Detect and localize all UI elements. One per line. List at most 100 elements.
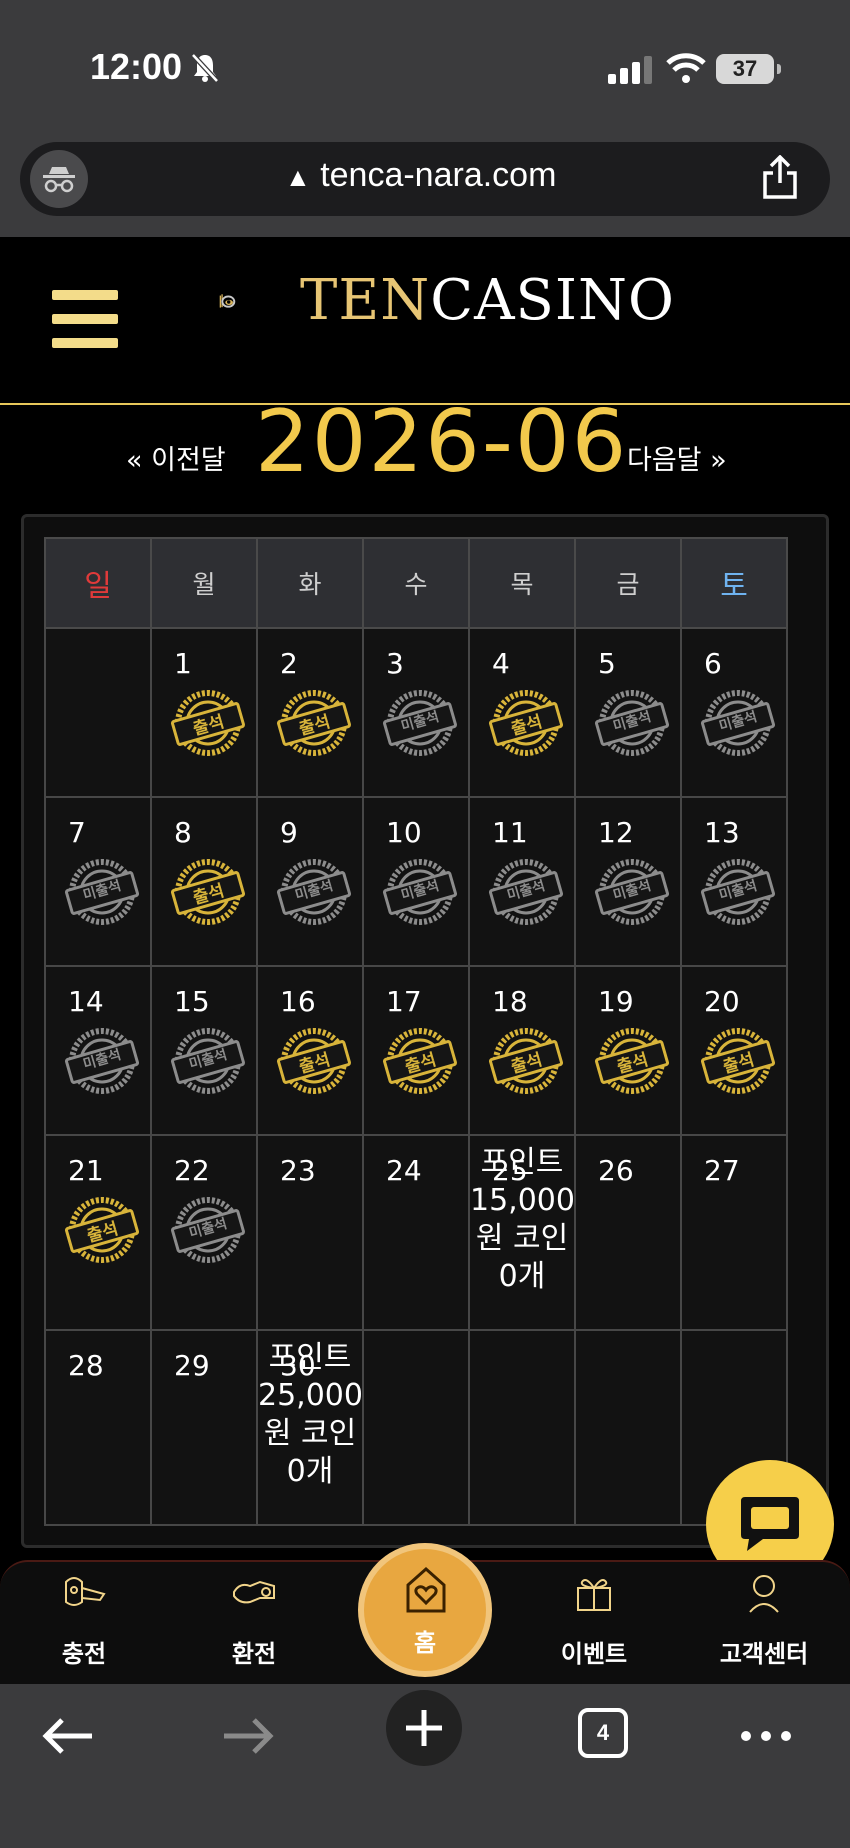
nav-home[interactable]: 홈: [358, 1543, 492, 1677]
warning-icon: ▲: [285, 162, 311, 192]
attended-stamp-icon: 출석: [700, 1023, 776, 1099]
day-number: 11: [492, 816, 528, 849]
attended-stamp-icon: 출석: [170, 685, 246, 761]
more-options-icon[interactable]: [732, 1706, 802, 1766]
day-cell: 8 출석: [150, 796, 258, 967]
url-text[interactable]: ▲ tenca-nara.com: [285, 156, 556, 195]
day-cell: 27: [680, 1134, 788, 1331]
attended-stamp-icon: 출석: [382, 1023, 458, 1099]
day-number: 12: [598, 816, 634, 849]
day-number: 24: [386, 1154, 422, 1187]
day-number: 23: [280, 1154, 316, 1187]
menu-button[interactable]: [52, 290, 118, 350]
day-cell: 30 포인트 25,000원 코인0개: [256, 1329, 364, 1526]
nav-event[interactable]: 이벤트: [534, 1560, 654, 1680]
day-number: 4: [492, 647, 510, 680]
day-number: 6: [704, 647, 722, 680]
day-cell: 18 출석: [468, 965, 576, 1136]
missed-stamp-icon: 미출석: [594, 685, 670, 761]
day-cell: 20 출석: [680, 965, 788, 1136]
day-reward-text: 포인트 25,000원 코인0개: [258, 1340, 363, 1489]
weekday-sun: 일: [44, 537, 152, 629]
day-number: 29: [174, 1349, 210, 1382]
day-number: 13: [704, 816, 740, 849]
empty-day-cell: [468, 1329, 576, 1526]
day-number: 16: [280, 985, 316, 1018]
empty-day-cell: [44, 627, 152, 798]
day-cell: 2 출석: [256, 627, 364, 798]
weekday-mon: 월: [150, 537, 258, 629]
menu-bar-line: [52, 290, 118, 300]
day-number: 10: [386, 816, 422, 849]
day-cell: 14 미출석: [44, 965, 152, 1136]
day-number: 1: [174, 647, 192, 680]
missed-stamp-icon: 미출석: [700, 854, 776, 930]
missed-stamp-icon: 미출석: [170, 1023, 246, 1099]
day-number: 21: [68, 1154, 104, 1187]
nav-event-label: 이벤트: [560, 1640, 628, 1668]
day-cell: 7 미출석: [44, 796, 152, 967]
prev-month-link[interactable]: « 이전달: [126, 438, 226, 477]
forward-arrow-icon: [224, 1718, 274, 1754]
calendar-week-row: 28 29 30 포인트 25,000원 코인0개: [44, 1329, 788, 1526]
calendar-week-row: 7 미출석 8 출석 9 미출석 10 미출석 11 미출석 12 미출석 13 미출석: [44, 796, 788, 967]
new-tab-button[interactable]: [386, 1690, 462, 1766]
exchange-icon: [233, 1580, 275, 1604]
nav-charge[interactable]: 충전: [24, 1560, 144, 1680]
day-number: 15: [174, 985, 210, 1018]
calendar-week-row: 21 출석 22 미출석 23 24 25 포인트 15,000원 코인0개 26 27: [44, 1134, 788, 1331]
attended-stamp-icon: 출석: [276, 1023, 352, 1099]
weekday-wed: 수: [362, 537, 470, 629]
day-cell: 22 미출석: [150, 1134, 258, 1331]
day-cell: 26: [574, 1134, 682, 1331]
empty-day-cell: [362, 1329, 470, 1526]
missed-stamp-icon: 미출석: [64, 854, 140, 930]
nav-support[interactable]: 고객센터: [704, 1560, 824, 1680]
logo-ten: TEN: [300, 268, 431, 333]
day-number: 9: [280, 816, 298, 849]
calendar-week-row: 1 출석 2 출석 3 미출석 4 출석 5 미출석 6 미출석: [44, 627, 788, 798]
weekday-sat: 토: [680, 537, 788, 629]
day-cell: 10 미출석: [362, 796, 470, 967]
missed-stamp-icon: 미출석: [382, 854, 458, 930]
nav-home-label: 홈: [413, 1629, 437, 1657]
day-cell: 13 미출석: [680, 796, 788, 967]
nav-charge-label: 충전: [61, 1640, 107, 1668]
signal-icon: [608, 56, 652, 84]
logo-casino: CASINO: [430, 268, 675, 333]
calendar-table: 일 월 화 수 목 금 토 1 출석 2 출석 3 미출석 4 출석 5 미출석 6 미출석 7 미출석 8…: [44, 537, 788, 1526]
day-cell: 1 출석: [150, 627, 258, 798]
support-agent-icon: [749, 1575, 779, 1613]
day-reward-text: 포인트 15,000원 코인0개: [470, 1145, 575, 1294]
nav-exchange-label: 환전: [231, 1640, 277, 1668]
share-icon[interactable]: [760, 155, 800, 199]
attended-stamp-icon: 출석: [488, 685, 564, 761]
logo-emblem-icon: [219, 294, 236, 308]
day-cell: 15 미출석: [150, 965, 258, 1136]
day-number: 14: [68, 985, 104, 1018]
day-number: 8: [174, 816, 192, 849]
weekday-thu: 목: [468, 537, 576, 629]
day-cell: 3 미출석: [362, 627, 470, 798]
current-month: 2026-06: [255, 392, 629, 492]
tabs-button[interactable]: 4: [578, 1708, 628, 1758]
site-logo[interactable]: TENCASINO: [300, 268, 675, 333]
day-cell: 19 출석: [574, 965, 682, 1136]
next-month-link[interactable]: 다음달 »: [627, 438, 727, 477]
day-cell: 5 미출석: [574, 627, 682, 798]
day-cell: 12 미출석: [574, 796, 682, 967]
day-number: 5: [598, 647, 616, 680]
empty-day-cell: [574, 1329, 682, 1526]
nav-exchange[interactable]: 환전: [194, 1560, 314, 1680]
back-arrow-icon[interactable]: [34, 1706, 104, 1766]
attended-stamp-icon: 출석: [488, 1023, 564, 1099]
day-number: 2: [280, 647, 298, 680]
weekday-tue: 화: [256, 537, 364, 629]
attended-stamp-icon: 출석: [170, 854, 246, 930]
missed-stamp-icon: 미출석: [382, 685, 458, 761]
private-browsing-button[interactable]: [30, 150, 88, 208]
day-number: 19: [598, 985, 634, 1018]
day-number: 7: [68, 816, 86, 849]
calendar-week-row: 14 미출석 15 미출석 16 출석 17 출석 18 출석 19 출석 20 출석: [44, 965, 788, 1136]
day-number: 22: [174, 1154, 210, 1187]
